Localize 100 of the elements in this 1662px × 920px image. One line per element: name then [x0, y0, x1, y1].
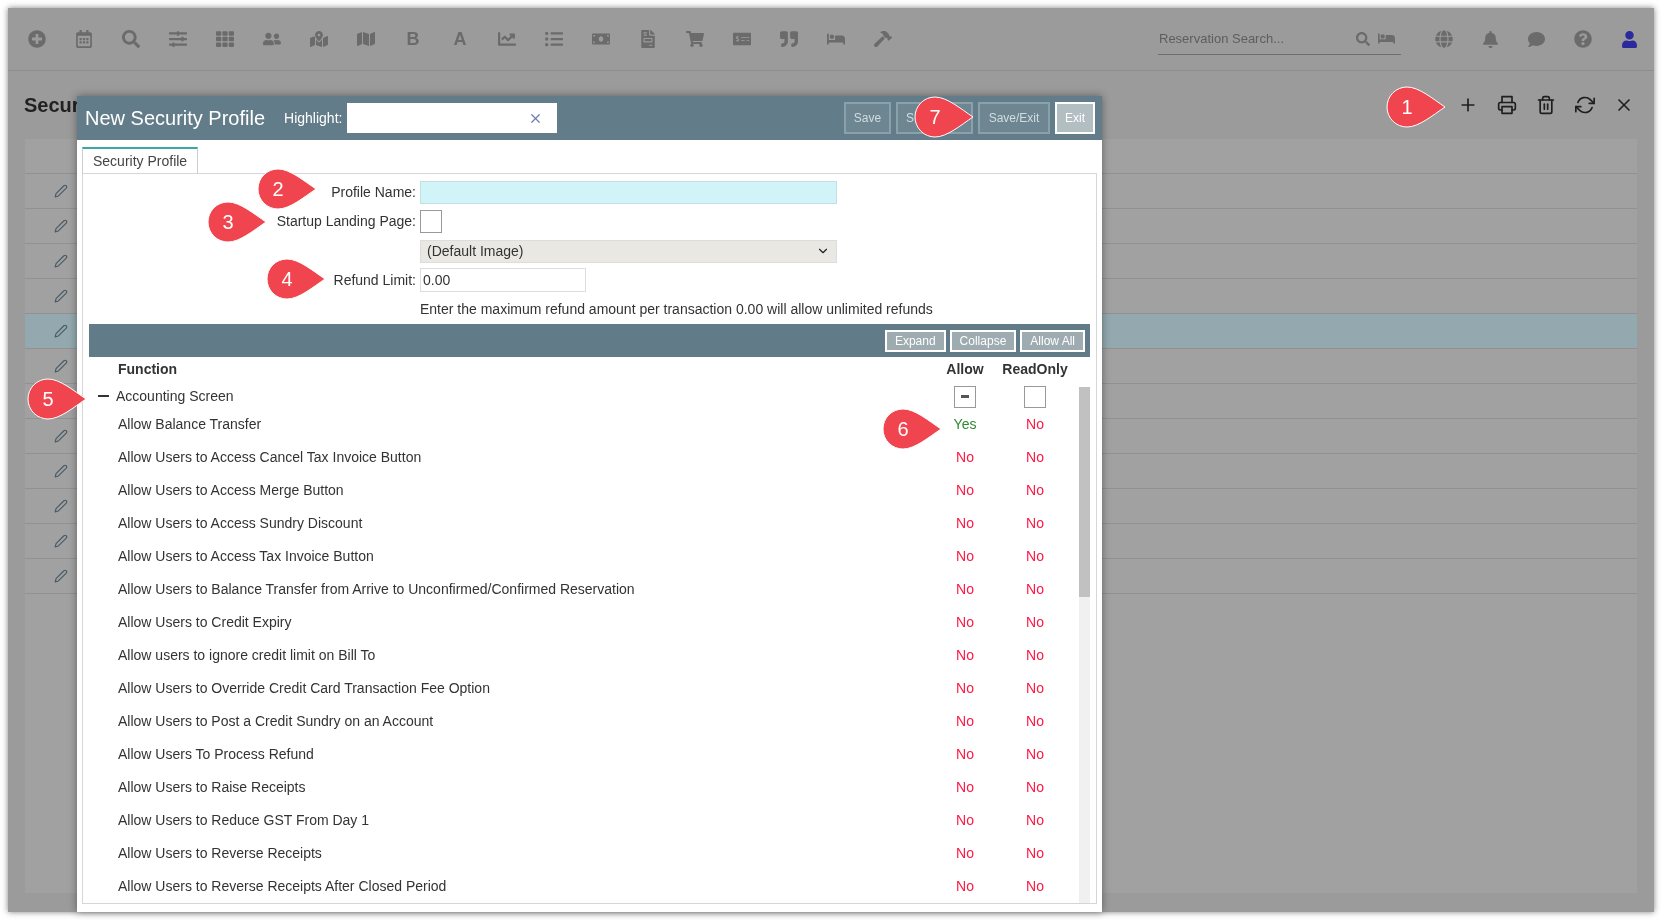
checkbox[interactable] — [954, 385, 976, 408]
pencil-icon[interactable] — [54, 254, 68, 268]
refresh-icon[interactable] — [1575, 95, 1595, 115]
function-name: Allow Users to Access Sundry Discount — [118, 515, 363, 531]
cart-icon[interactable] — [686, 30, 704, 48]
column-header: Function — [117, 360, 179, 379]
pencil-icon[interactable] — [54, 569, 68, 583]
bell-icon[interactable] — [1482, 30, 1499, 48]
readonly-value[interactable]: No — [995, 744, 1075, 765]
function-name: Allow Users to Balance Transfer from Arrive to Unconfirmed/Confirmed Reservation — [118, 581, 635, 597]
readonly-value[interactable]: No — [995, 843, 1075, 864]
readonly-value[interactable]: No — [995, 810, 1075, 831]
highlight-field[interactable] — [347, 103, 558, 133]
printer-icon[interactable] — [1497, 95, 1517, 115]
readonly-value[interactable]: No — [995, 777, 1075, 798]
function-name: Allow Users to Post a Credit Sundry on an Account — [118, 713, 434, 729]
readonly-value[interactable]: No — [995, 678, 1075, 699]
chat-icon[interactable] — [1528, 30, 1545, 48]
pencil-icon[interactable] — [54, 219, 68, 233]
pencil-icon[interactable] — [54, 359, 68, 373]
allow-value[interactable]: No — [935, 744, 995, 765]
map-pin-icon[interactable] — [310, 30, 328, 48]
field-label: Profile Name: — [331, 182, 416, 202]
check-icon[interactable] — [733, 30, 751, 48]
list-icon[interactable] — [545, 30, 563, 48]
function-name: Allow Balance Transfer — [118, 416, 262, 432]
readonly-value[interactable]: No — [995, 612, 1075, 633]
allow-value[interactable]: No — [935, 480, 995, 501]
function-name: Allow Users To Process Refund — [118, 746, 314, 762]
pencil-icon[interactable] — [54, 429, 68, 443]
scrollbar[interactable] — [1079, 387, 1090, 903]
hammer-icon[interactable] — [874, 30, 892, 48]
readonly-value[interactable]: No — [995, 447, 1075, 468]
field-label: Startup Landing Page: — [276, 212, 416, 231]
grid-button[interactable]: Allow All — [1020, 329, 1085, 352]
tab[interactable]: Security Profile — [82, 147, 199, 173]
column-header: ReadOnly — [1001, 360, 1069, 379]
function-name: Allow Users to Raise Receipts — [118, 779, 306, 795]
search-field[interactable]: Reservation Search... — [1158, 23, 1348, 54]
pencil-icon[interactable] — [54, 324, 68, 338]
search-icon[interactable] — [122, 30, 140, 48]
grid-button[interactable]: Collapse — [949, 329, 1017, 352]
allow-value[interactable]: No — [935, 612, 995, 633]
readonly-value[interactable]: No — [995, 711, 1075, 732]
refund-limit-field[interactable]: 0.00 — [420, 268, 586, 292]
quote-icon[interactable] — [780, 30, 798, 48]
allow-value[interactable]: No — [935, 711, 995, 732]
allow-value[interactable]: No — [935, 810, 995, 831]
allow-value[interactable]: No — [935, 546, 995, 567]
profile-name-field[interactable] — [420, 180, 837, 204]
allow-value[interactable]: No — [935, 645, 995, 666]
readonly-value[interactable]: No — [995, 645, 1075, 666]
pencil-icon[interactable] — [54, 499, 68, 513]
globe-icon[interactable] — [1435, 30, 1453, 48]
readonly-value[interactable]: No — [995, 579, 1075, 600]
callout-tooltip: 6 — [881, 407, 943, 451]
sliders-icon[interactable] — [169, 30, 187, 48]
readonly-value[interactable]: No — [995, 414, 1075, 435]
pencil-icon[interactable] — [54, 289, 68, 303]
allow-value[interactable]: No — [935, 777, 995, 798]
readonly-value[interactable]: No — [995, 876, 1075, 897]
calendar-icon[interactable] — [75, 30, 93, 48]
function-name: Allow Users to Reduce GST From Day 1 — [118, 812, 370, 828]
grid-button[interactable]: Expand — [884, 329, 946, 352]
image-dropdown[interactable]: (Default Image) — [420, 239, 837, 263]
bed-icon[interactable] — [1378, 30, 1395, 47]
readonly-value[interactable]: No — [995, 480, 1075, 501]
allow-value[interactable]: No — [935, 876, 995, 897]
allow-value[interactable]: No — [935, 678, 995, 699]
grid-icon[interactable] — [216, 30, 234, 48]
pencil-icon[interactable] — [54, 534, 68, 548]
column-header: Allow — [945, 360, 985, 379]
allow-value[interactable]: No — [935, 843, 995, 864]
page-title: Secur — [24, 93, 80, 118]
callout-tooltip: 1 — [1385, 85, 1447, 129]
callout-tooltip: 4 — [265, 257, 327, 301]
function-name: Allow Users to Access Merge Button — [118, 482, 344, 498]
user-icon[interactable] — [1621, 30, 1638, 48]
checkbox[interactable] — [420, 210, 442, 233]
allow-value[interactable]: No — [935, 579, 995, 600]
help-icon[interactable] — [1574, 30, 1592, 48]
line-chart-icon[interactable] — [498, 30, 516, 48]
trash-icon[interactable] — [1536, 95, 1556, 115]
callout-tooltip: 7 — [913, 95, 975, 139]
readonly-value[interactable]: No — [995, 546, 1075, 567]
report-icon[interactable] — [639, 30, 657, 48]
checkbox[interactable] — [1024, 385, 1046, 408]
pencil-icon[interactable] — [54, 184, 68, 198]
function-name: Allow Users to Override Credit Card Transaction Fee Option — [118, 680, 490, 696]
search-icon[interactable] — [1356, 31, 1370, 46]
highlight-label: Highlight: — [284, 108, 343, 128]
group-label: Accounting Screen — [115, 387, 235, 406]
allow-value[interactable]: No — [935, 513, 995, 534]
callout-tooltip: 3 — [206, 200, 268, 244]
pencil-icon[interactable] — [54, 464, 68, 478]
map-icon[interactable] — [357, 30, 375, 48]
function-name: Allow Users to Access Tax Invoice Button — [118, 548, 374, 564]
people-icon[interactable] — [263, 30, 281, 48]
field-label: Refund Limit: — [333, 270, 416, 290]
readonly-value[interactable]: No — [995, 513, 1075, 534]
